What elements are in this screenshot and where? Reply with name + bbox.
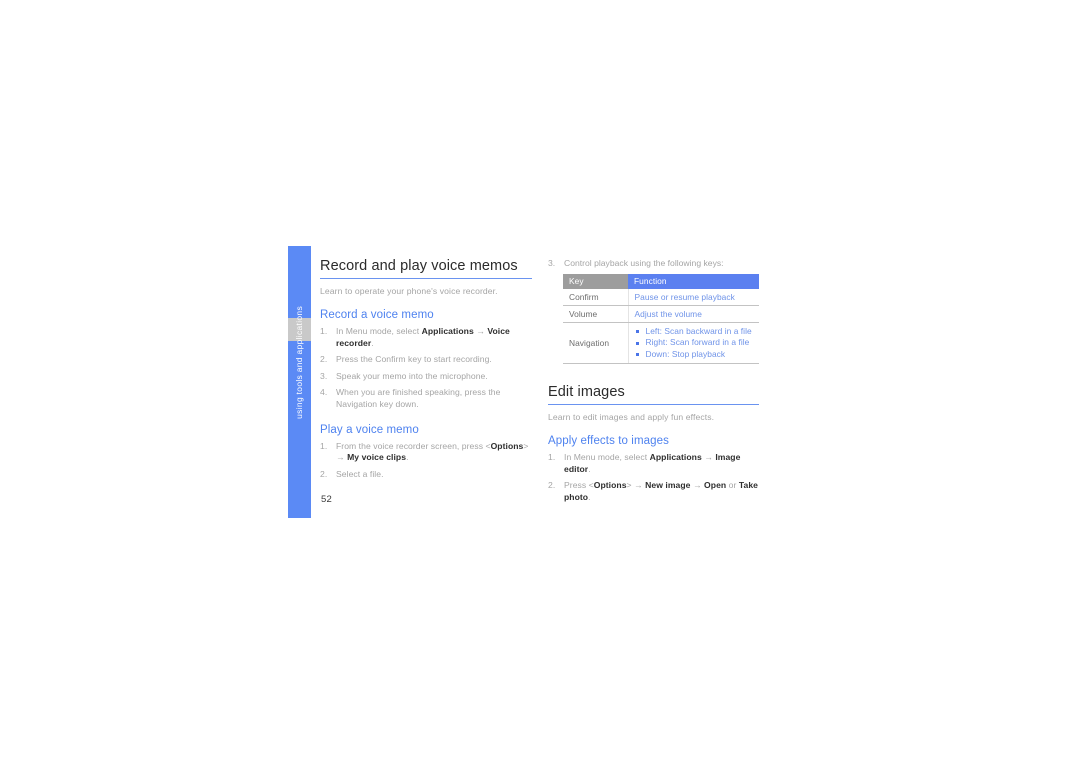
step-number: 1. xyxy=(320,440,328,451)
step-text: In Menu mode, select Applications → Voic… xyxy=(336,326,510,348)
step-item: 2. Press <Options> → New image → Open or … xyxy=(548,480,759,503)
page-number: 52 xyxy=(321,494,332,505)
navigation-bullet-item: Left: Scan backward in a file xyxy=(635,326,754,338)
step-item: 2. Press the Confirm key to start recordi… xyxy=(320,354,532,366)
step-text: Press the Confirm key to start recording… xyxy=(336,354,492,365)
table-header-function: Function xyxy=(628,273,759,289)
step-text: Press <Options> → New image → Open or Ta… xyxy=(564,480,758,502)
step-number: 2. xyxy=(320,354,328,365)
table-cell-key: Confirm xyxy=(563,288,629,306)
table-row: Confirm Pause or resume playback xyxy=(563,288,759,306)
step-number: 4. xyxy=(320,387,328,398)
step-text: From the voice recorder screen, press <O… xyxy=(336,440,529,463)
step-text: In Menu mode, select Applications → Imag… xyxy=(564,452,741,474)
table-header-key: Key xyxy=(563,273,628,289)
step-text: Select a file. xyxy=(336,468,384,479)
step-text: When you are finished speaking, press th… xyxy=(336,387,501,409)
step-item: 1. In Menu mode, select Applications → Im… xyxy=(548,452,759,475)
right-column: 3. Control playback using the following k… xyxy=(548,258,759,508)
left-column: Record and play voice memos Learn to ope… xyxy=(320,258,532,485)
step-number: 3. xyxy=(320,370,328,381)
key-function-table-body: Confirm Pause or resume playback Volume Adj… xyxy=(563,288,759,365)
side-tab-label: using tools and applications xyxy=(288,250,311,475)
subsection-title-play-a-voice-memo: Play a voice memo xyxy=(320,423,419,436)
table-cell-function: Left: Scan backward in a file Right: Scan… xyxy=(628,322,759,365)
step-item: 1. In Menu mode, select Applications → Vo… xyxy=(320,326,532,349)
step-item: 3. Speak your memo into the microphone. xyxy=(320,371,532,383)
table-cell-function: Adjust the volume xyxy=(628,305,759,323)
table-intro-number: 3. xyxy=(548,258,556,268)
table-intro-text: Control playback using the following key… xyxy=(564,258,724,268)
table-cell-function: Pause or resume playback xyxy=(628,288,759,306)
step-item: 2. Select a file. xyxy=(320,469,532,481)
step-number: 2. xyxy=(320,468,328,479)
step-item: 4. When you are finished speaking, press … xyxy=(320,387,532,410)
step-item: 1. From the voice recorder screen, press … xyxy=(320,441,532,464)
step-number: 2. xyxy=(548,480,556,491)
table-intro-control-playback: 3. Control playback using the following k… xyxy=(548,258,759,270)
navigation-bullet-list: Left: Scan backward in a file Right: Scan… xyxy=(635,326,754,361)
side-tab: using tools and applications xyxy=(288,246,311,518)
steps-apply-effects-to-images: 1. In Menu mode, select Applications → Im… xyxy=(548,452,759,503)
steps-play-a-voice-memo: 1. From the voice recorder screen, press … xyxy=(320,441,532,481)
subsection-title-apply-effects-to-images: Apply effects to images xyxy=(548,435,669,448)
key-function-table-head: Key Function xyxy=(563,273,759,289)
steps-record-a-voice-memo: 1. In Menu mode, select Applications → Vo… xyxy=(320,326,532,411)
subsection-title-record-a-voice-memo: Record a voice memo xyxy=(320,309,434,321)
section-lede-edit-images: Learn to edit images and apply fun effec… xyxy=(548,412,715,423)
table-cell-key: Navigation xyxy=(563,322,629,365)
step-number: 1. xyxy=(320,326,328,336)
table-header-row: Key Function xyxy=(563,273,759,289)
step-number: 1. xyxy=(548,452,556,463)
navigation-bullet-item: Right: Scan forward in a file xyxy=(635,337,754,349)
page-title-edit-images: Edit images xyxy=(548,384,759,406)
step-text: Speak your memo into the microphone. xyxy=(336,370,488,381)
section-lede-voice-memos: Learn to operate your phone's voice reco… xyxy=(320,286,498,296)
side-tab-label-text: using tools and applications xyxy=(294,306,304,419)
table-cell-key: Volume xyxy=(563,305,629,323)
manual-page: using tools and applications Record and … xyxy=(0,0,1080,763)
page-title-record-play-voice-memos: Record and play voice memos xyxy=(320,258,532,279)
navigation-bullet-item: Down: Stop playback xyxy=(635,349,754,361)
table-row: Navigation Left: Scan backward in a file R… xyxy=(563,322,759,365)
table-row: Volume Adjust the volume xyxy=(563,305,759,323)
key-function-table: Key Function Confirm Pause or resume play… xyxy=(563,273,759,365)
